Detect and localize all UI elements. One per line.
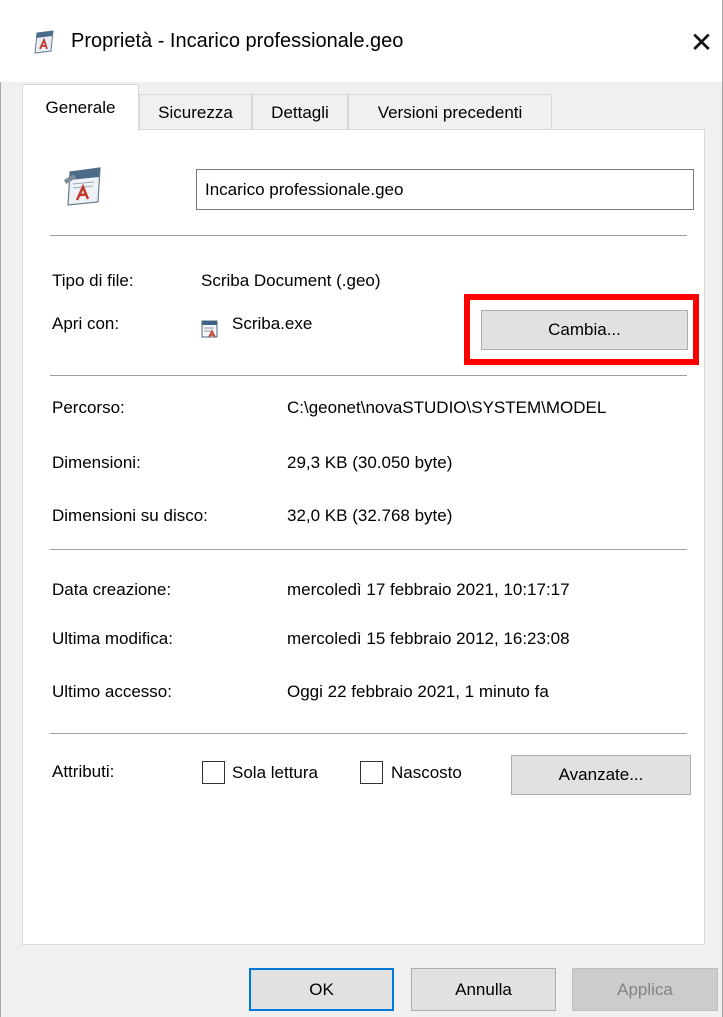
apply-button[interactable]: Applica [572, 968, 718, 1011]
window-title: Proprietà - Incarico professionale.geo [71, 30, 404, 52]
size-on-disk-value: 32,0 KB (32.768 byte) [287, 506, 453, 525]
tab-generale[interactable]: Generale [22, 84, 139, 131]
size-on-disk-label: Dimensioni su disco: [52, 506, 208, 525]
change-button[interactable]: Cambia... [481, 310, 688, 350]
path-value: C:\geonet\novaSTUDIO\SYSTEM\MODEL [287, 398, 607, 417]
hidden-label[interactable]: Nascosto [391, 763, 462, 783]
file-type-label: Tipo di file: [52, 271, 134, 290]
size-label: Dimensioni: [52, 453, 141, 472]
file-type-icon [64, 167, 101, 206]
file-type-value: Scriba Document (.geo) [201, 271, 381, 290]
open-with-label: Apri con: [52, 314, 120, 333]
separator [50, 375, 687, 376]
size-value: 29,3 KB (30.050 byte) [287, 453, 453, 472]
tab-sicurezza[interactable]: Sicurezza [139, 94, 252, 130]
file-name-input[interactable] [196, 169, 694, 210]
readonly-checkbox[interactable] [202, 761, 225, 784]
window-border-left [0, 82, 1, 1017]
path-label: Percorso: [52, 398, 125, 417]
created-label: Data creazione: [52, 580, 172, 599]
close-icon: ✕ [689, 26, 714, 58]
close-button[interactable]: ✕ [680, 20, 723, 64]
title-bar: Proprietà - Incarico professionale.geo ✕ [0, 0, 723, 82]
general-panel [22, 129, 705, 945]
readonly-label[interactable]: Sola lettura [232, 763, 318, 783]
advanced-button[interactable]: Avanzate... [511, 755, 691, 795]
tab-dettagli[interactable]: Dettagli [252, 94, 348, 130]
scriba-app-icon [201, 320, 218, 338]
modified-label: Ultima modifica: [52, 629, 173, 648]
attributes-label: Attributi: [52, 762, 115, 781]
accessed-value: Oggi 22 febbraio 2021, 1 minuto fa [287, 682, 549, 701]
cancel-button[interactable]: Annulla [411, 968, 556, 1011]
separator [50, 733, 687, 734]
tab-versioni-precedenti[interactable]: Versioni precedenti [348, 94, 552, 130]
accessed-label: Ultimo accesso: [52, 682, 172, 701]
created-value: mercoledì 17 febbraio 2021, 10:17:17 [287, 580, 570, 599]
separator [50, 549, 687, 550]
ok-button[interactable]: OK [249, 968, 394, 1011]
open-with-value: Scriba.exe [232, 314, 313, 333]
modified-value: mercoledì 15 febbraio 2012, 16:23:08 [287, 629, 570, 648]
hidden-checkbox[interactable] [360, 761, 383, 784]
separator [50, 235, 687, 236]
document-icon [34, 30, 54, 54]
